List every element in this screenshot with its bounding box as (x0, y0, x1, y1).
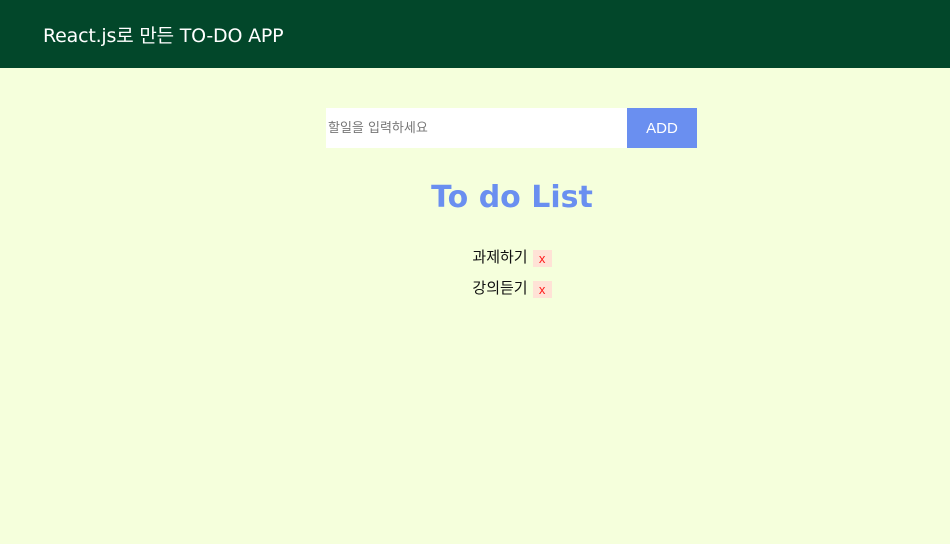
todo-text: 강의듣기 (472, 279, 528, 297)
todo-list: 과제하기 x 강의듣기 x (0, 246, 950, 308)
todo-input[interactable] (326, 108, 627, 148)
app-title: React.js로 만든 TO-DO APP (43, 24, 284, 47)
delete-button[interactable]: x (532, 250, 552, 267)
list-title: To do List (431, 180, 593, 215)
todo-item: 과제하기 x (0, 246, 950, 277)
add-button[interactable]: ADD (627, 108, 697, 148)
delete-button[interactable]: x (532, 281, 552, 298)
todo-form: ADD (326, 108, 697, 148)
app-header: React.js로 만든 TO-DO APP (0, 0, 950, 68)
todo-item: 강의듣기 x (0, 277, 950, 308)
todo-text: 과제하기 (472, 248, 528, 266)
